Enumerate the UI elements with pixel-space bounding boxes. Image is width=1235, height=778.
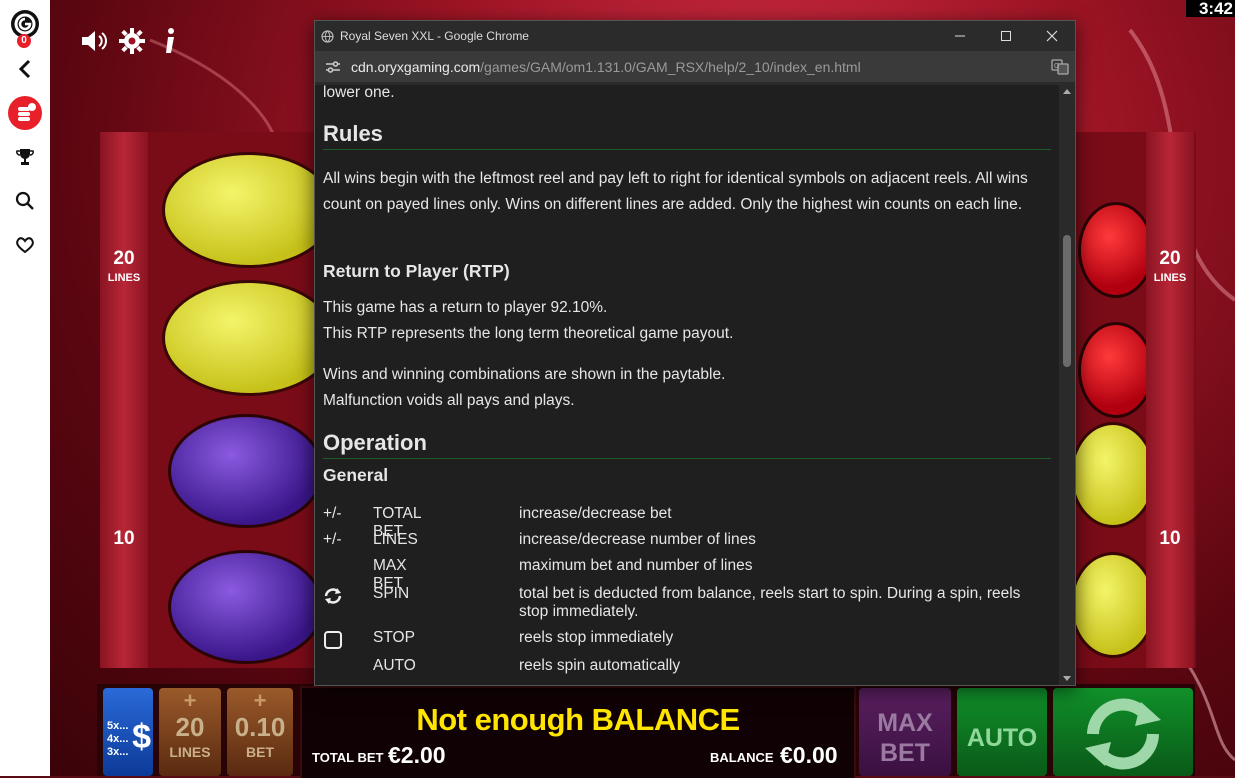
lines-top-value: 20 [1159,248,1181,269]
spin-icon [323,587,343,610]
bet-label: BET [246,744,274,760]
translate-icon[interactable]: G [1045,58,1075,75]
back-chevron-icon[interactable] [5,49,45,89]
operation-heading: Operation [323,430,427,455]
plus-icon[interactable]: + [227,688,293,714]
control-desc: reels stop immediately [519,629,674,646]
plum-symbol-icon [168,414,324,528]
lemon-symbol-icon [162,152,336,268]
balance-value: €0.00 [780,742,838,768]
auto-button[interactable]: AUTO [957,688,1047,776]
help-content: lower one. Rules All wins begin with the… [315,85,1059,685]
wins-line: Wins and winning combinations are shown … [323,366,726,383]
control-name: AUTO [373,657,416,674]
control-key: +/- [323,531,342,548]
plus-icon[interactable]: + [159,688,221,714]
help-browser-window: Royal Seven XXL - Google Chrome cdn.oryx… [314,20,1076,686]
trophy-icon[interactable] [5,137,45,177]
spin-icon [1085,698,1161,770]
control-desc: total bet is deducted from balance, reel… [519,585,1021,620]
scrollbar-thumb[interactable] [1063,235,1071,367]
coins-icon[interactable] [5,93,45,133]
control-key: +/- [323,505,342,522]
rtp-line: This game has a return to player 92.10%. [323,299,608,316]
auto-label: AUTO [966,724,1038,752]
minimize-button[interactable] [937,21,983,51]
lines-button[interactable]: + 20 LINES [159,688,221,776]
game-top-controls [80,26,184,56]
lemon-symbol-icon [1070,422,1156,528]
scroll-down-arrow-icon[interactable] [1063,676,1071,681]
scrollbar[interactable] [1059,85,1075,685]
heart-icon[interactable] [5,225,45,265]
dollar-icon: $ [132,718,151,756]
lines-mid-value: 10 [113,528,135,549]
url-path: /games/GAM/om1.131.0/GAM_RSX/help/2_10/i… [480,58,861,75]
lines-indicator-right: 20 LINES 10 [1146,132,1194,668]
clock: 3:42 [1186,0,1235,17]
text-fragment: lower one. [323,85,395,101]
lines-value: 20 [175,712,205,742]
globe-icon [315,29,334,43]
url-host: cdn.oryxgaming.com [351,58,481,75]
control-name: LINES [373,531,418,548]
bet-value: 0.10 [234,712,286,742]
cherry-symbol-icon [1078,202,1154,298]
total-bet-value: €2.00 [388,742,446,768]
search-icon[interactable] [5,181,45,221]
status-message: Not enough BALANCE [416,702,740,737]
control-desc: increase/decrease number of lines [519,531,756,548]
cherry-symbol-icon [1078,322,1154,418]
message-panel: Not enough BALANCE TOTAL BET €2.00 BALAN… [300,686,856,778]
info-icon[interactable] [156,26,184,56]
rtp-heading: Return to Player (RTP) [323,261,510,281]
max-bet-line: BET [880,739,930,767]
heading-divider [323,149,1051,150]
speaker-icon[interactable] [80,26,108,56]
paytable-button[interactable]: 5x... 4x... 3x... $ [103,688,153,776]
control-desc: increase/decrease bet [519,505,672,522]
window-titlebar: Royal Seven XXL - Google Chrome [315,21,1075,51]
close-button[interactable] [1029,21,1075,51]
balance-label: BALANCE [710,750,774,765]
lemon-symbol-icon [162,280,336,396]
lines-mid-value: 10 [1159,528,1181,549]
rules-heading: Rules [323,121,383,146]
address-bar[interactable]: cdn.oryxgaming.com/games/GAM/om1.131.0/G… [315,51,1075,82]
lines-indicator-left: 20 LINES 10 [100,132,148,668]
bet-button[interactable]: + 0.10 BET [227,688,293,776]
lines-label: LINES [169,744,211,760]
max-bet-line: MAX [877,709,933,737]
spin-button[interactable] [1053,688,1193,776]
paytable-line: 5x... [107,720,129,732]
heading-divider [323,458,1051,459]
control-name: STOP [373,629,415,646]
window-title: Royal Seven XXL - Google Chrome [340,29,529,43]
plum-symbol-icon [168,550,324,664]
lemon-symbol-icon [1070,552,1156,658]
site-settings-icon[interactable] [315,60,351,74]
scroll-up-arrow-icon[interactable] [1063,89,1071,94]
max-bet-button[interactable]: MAX BET [859,688,951,776]
control-desc: reels spin automatically [519,657,681,674]
gear-icon[interactable] [118,26,146,56]
stop-icon [323,631,343,654]
lines-top-label: LINES [107,272,141,284]
paytable-line: 4x... [107,733,129,745]
rtp-line: This RTP represents the long term theore… [323,325,734,342]
malfunction-line: Malfunction voids all pays and plays. [323,392,575,409]
general-heading: General [323,465,389,485]
total-bet-label: TOTAL BET [312,750,384,765]
maximize-button[interactable] [983,21,1029,51]
lines-top-label: LINES [1153,272,1187,284]
svg-text:G: G [1054,63,1059,70]
lines-top-value: 20 [113,248,135,269]
site-sidebar: 0 [0,0,50,776]
notification-badge: 0 [17,34,31,48]
paytable-line: 3x... [107,746,129,758]
control-desc: maximum bet and number of lines [519,557,753,574]
control-name: SPIN [373,585,410,602]
rules-text: All wins begin with the leftmost reel an… [323,170,1028,213]
